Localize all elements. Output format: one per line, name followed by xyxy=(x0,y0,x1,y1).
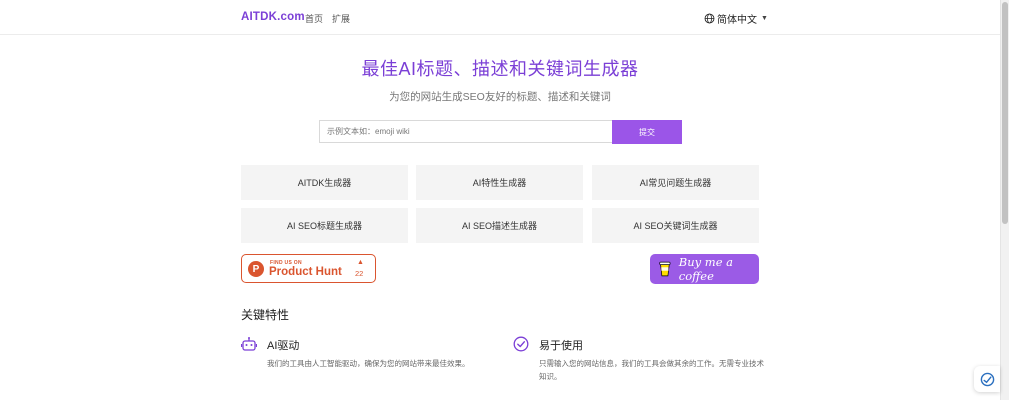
chevron-down-icon: ▼ xyxy=(761,15,768,22)
upvote-arrow-icon: ▲ xyxy=(357,259,364,266)
feature-desc-ai-driven: 我们的工具由人工智能驱动，确保为您的网站带来最佳效果。 xyxy=(267,359,470,368)
page-title: 最佳AI标题、描述和关键词生成器 xyxy=(361,59,639,79)
nav-link-extensions[interactable]: 扩展 xyxy=(332,12,350,25)
buy-me-a-coffee-label: Buy me a coffee xyxy=(678,255,734,283)
feature-desc-easy-to-use: 只需输入您的网站信息，我们的工具会做其余的工作。无需专业技术知识。 xyxy=(539,359,764,381)
coffee-cup-icon xyxy=(659,261,671,277)
product-hunt-badge[interactable]: P FIND US ON Product Hunt ▲ 22 xyxy=(241,254,376,283)
language-selector[interactable]: 简体中文 ▼ xyxy=(704,11,768,26)
assistant-icon xyxy=(980,372,994,386)
tool-card-seo-title-generator[interactable]: AI SEO标题生成器 xyxy=(241,208,408,243)
feature-title-ai-driven: AI驱动 xyxy=(267,340,300,352)
upvote-count: 22 xyxy=(355,269,364,278)
submit-button[interactable]: 提交 xyxy=(612,120,682,144)
check-circle-icon xyxy=(513,336,529,352)
scrollbar-thumb[interactable] xyxy=(1002,2,1008,224)
page-subtitle: 为您的网站生成SEO友好的标题、描述和关键词 xyxy=(389,91,611,103)
tool-card-seo-keyword-generator[interactable]: AI SEO关键词生成器 xyxy=(592,208,759,243)
tool-card-seo-description-generator[interactable]: AI SEO描述生成器 xyxy=(416,208,583,243)
feature-title-easy-to-use: 易于使用 xyxy=(539,340,583,352)
globe-icon xyxy=(704,13,715,24)
site-logo[interactable]: AITDK.com xyxy=(241,11,305,23)
nav-link-home[interactable]: 首页 xyxy=(305,12,323,25)
buy-me-a-coffee-button[interactable]: Buy me a coffee xyxy=(650,254,759,284)
tool-card-feature-generator[interactable]: AI特性生成器 xyxy=(416,165,583,200)
tool-card-aitdk-generator[interactable]: AITDK生成器 xyxy=(241,165,408,200)
robot-icon xyxy=(241,337,257,351)
top-navbar: AITDK.com 首页 扩展 简体中文 ▼ xyxy=(0,0,1000,35)
product-hunt-logo-icon: P xyxy=(248,261,264,277)
features-heading: 关键特性 xyxy=(241,308,290,322)
keyword-input[interactable] xyxy=(319,120,612,143)
product-hunt-name: Product Hunt xyxy=(269,266,342,278)
tool-card-faq-generator[interactable]: AI常见问题生成器 xyxy=(592,165,759,200)
page-scrollbar[interactable] xyxy=(1000,0,1009,400)
language-label: 简体中文 xyxy=(717,15,757,26)
floating-assistant-button[interactable] xyxy=(974,366,1000,392)
